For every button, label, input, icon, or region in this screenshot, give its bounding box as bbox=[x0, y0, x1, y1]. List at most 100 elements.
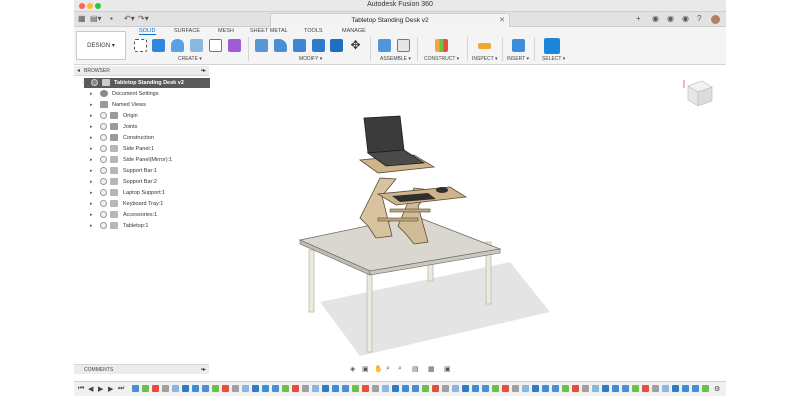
sweep-icon[interactable] bbox=[190, 39, 203, 52]
timeline-feature-icon[interactable] bbox=[532, 385, 539, 392]
visibility-eye-icon[interactable] bbox=[100, 211, 107, 218]
tree-root[interactable]: ▾ Tabletop Standing Desk v2 bbox=[82, 78, 210, 88]
timeline-feature-icon[interactable] bbox=[462, 385, 469, 392]
timeline-feature-icon[interactable] bbox=[592, 385, 599, 392]
timeline-feature-icon[interactable] bbox=[552, 385, 559, 392]
timeline-feature-icon[interactable] bbox=[422, 385, 429, 392]
tree-item[interactable]: ▸ Support Bar:2 bbox=[74, 177, 209, 187]
new-tab-plus-icon[interactable]: + bbox=[636, 15, 641, 23]
timeline-feature-icon[interactable] bbox=[562, 385, 569, 392]
tree-item[interactable]: ▸ Side Panel:1 bbox=[74, 144, 209, 154]
timeline-feature-icon[interactable] bbox=[392, 385, 399, 392]
visibility-eye-icon[interactable] bbox=[100, 145, 107, 152]
tree-item[interactable]: ▸ Laptop Support:1 bbox=[74, 188, 209, 198]
timeline-feature-icon[interactable] bbox=[512, 385, 519, 392]
timeline-feature-icon[interactable] bbox=[382, 385, 389, 392]
expand-arrow-icon[interactable]: ▸ bbox=[90, 168, 93, 174]
tree-item[interactable]: ▸ Keyboard Tray:1 bbox=[74, 199, 209, 209]
visibility-eye-icon[interactable] bbox=[100, 167, 107, 174]
timeline-feature-icon[interactable] bbox=[412, 385, 419, 392]
timeline-feature-icon[interactable] bbox=[492, 385, 499, 392]
timeline-feature-icon[interactable] bbox=[142, 385, 149, 392]
timeline-feature-icon[interactable] bbox=[342, 385, 349, 392]
timeline-feature-icon[interactable] bbox=[312, 385, 319, 392]
timeline-feature-icon[interactable] bbox=[222, 385, 229, 392]
timeline-feature-icon[interactable] bbox=[272, 385, 279, 392]
expand-arrow-icon[interactable]: ▸ bbox=[90, 102, 93, 108]
timeline-feature-icon[interactable] bbox=[402, 385, 409, 392]
shell-icon[interactable] bbox=[312, 39, 325, 52]
settings-gear-icon[interactable]: ⚙ bbox=[714, 385, 720, 393]
notifications-icon[interactable]: ◉ bbox=[682, 15, 689, 23]
viewcube-graphic[interactable] bbox=[680, 76, 716, 112]
tab-mesh[interactable]: MESH bbox=[218, 28, 234, 34]
timeline-feature-icon[interactable] bbox=[252, 385, 259, 392]
expand-arrow-icon[interactable]: ▾ bbox=[82, 80, 85, 86]
visibility-eye-icon[interactable] bbox=[100, 200, 107, 207]
timeline-feature-icon[interactable] bbox=[542, 385, 549, 392]
timeline-feature-icon[interactable] bbox=[292, 385, 299, 392]
timeline-feature-icon[interactable] bbox=[212, 385, 219, 392]
timeline-feature-icon[interactable] bbox=[322, 385, 329, 392]
job-status-icon[interactable]: ◉ bbox=[667, 15, 674, 23]
pan-icon[interactable]: ✋ bbox=[374, 365, 383, 373]
save-icon[interactable]: ▪ bbox=[110, 15, 113, 23]
file-icon[interactable]: ▤▾ bbox=[90, 15, 102, 23]
workspace-selector[interactable]: DESIGN ▾ bbox=[76, 31, 126, 60]
expand-arrow-icon[interactable]: ▸ bbox=[90, 201, 93, 207]
expand-arrow-icon[interactable]: ▸ bbox=[90, 157, 93, 163]
timeline-feature-icon[interactable] bbox=[262, 385, 269, 392]
help-icon[interactable]: ? bbox=[697, 15, 701, 23]
timeline-feature-icon[interactable] bbox=[232, 385, 239, 392]
expand-arrow-icon[interactable]: ▸ bbox=[90, 190, 93, 196]
insert-canvas-icon[interactable] bbox=[512, 39, 525, 52]
go-to-start-icon[interactable]: ⏮ bbox=[78, 385, 84, 393]
construct-group-label[interactable]: CONSTRUCT ▾ bbox=[424, 56, 459, 62]
select-group-label[interactable]: SELECT ▾ bbox=[542, 56, 565, 62]
timeline-feature-icon[interactable] bbox=[282, 385, 289, 392]
timeline-feature-icon[interactable] bbox=[522, 385, 529, 392]
tree-item[interactable]: ▸ Support Bar:1 bbox=[74, 166, 209, 176]
timeline-feature-icon[interactable] bbox=[352, 385, 359, 392]
extrude-icon[interactable] bbox=[152, 39, 165, 52]
pin-icon[interactable]: ▪▸ bbox=[201, 67, 206, 74]
timeline-feature-icon[interactable] bbox=[662, 385, 669, 392]
move-icon[interactable]: ✥ bbox=[349, 39, 362, 52]
combine-icon[interactable] bbox=[330, 39, 343, 52]
timeline-feature-icon[interactable] bbox=[572, 385, 579, 392]
comments-panel[interactable]: COMMENTS ▪▸ bbox=[74, 364, 209, 374]
play-icon[interactable]: ▶ bbox=[98, 385, 103, 393]
expand-arrow-icon[interactable]: ▸ bbox=[90, 124, 93, 130]
expand-arrow-icon[interactable]: ▸ bbox=[90, 223, 93, 229]
offset-plane-icon[interactable] bbox=[435, 39, 448, 52]
timeline-feature-icon[interactable] bbox=[672, 385, 679, 392]
timeline-feature-icon[interactable] bbox=[502, 385, 509, 392]
visibility-eye-icon[interactable] bbox=[91, 79, 98, 86]
fillet-icon[interactable] bbox=[274, 39, 287, 52]
visibility-eye-icon[interactable] bbox=[100, 178, 107, 185]
insert-group-label[interactable]: INSERT ▾ bbox=[507, 56, 529, 62]
timeline-feature-icon[interactable] bbox=[302, 385, 309, 392]
timeline-feature-icon[interactable] bbox=[202, 385, 209, 392]
tab-manage[interactable]: MANAGE bbox=[342, 28, 366, 34]
press-pull-icon[interactable] bbox=[255, 39, 268, 52]
avatar[interactable] bbox=[711, 15, 720, 24]
timeline-feature-icon[interactable] bbox=[652, 385, 659, 392]
timeline-feature-icon[interactable] bbox=[242, 385, 249, 392]
go-to-end-icon[interactable]: ⏭ bbox=[118, 385, 124, 393]
visibility-eye-icon[interactable] bbox=[100, 134, 107, 141]
viewcube[interactable] bbox=[680, 76, 716, 112]
grid-settings-icon[interactable]: ▦ bbox=[428, 365, 435, 373]
modify-group-label[interactable]: MODIFY ▾ bbox=[299, 56, 322, 62]
timeline-feature-icon[interactable] bbox=[632, 385, 639, 392]
timeline-feature-icon[interactable] bbox=[612, 385, 619, 392]
expand-arrow-icon[interactable]: ▸ bbox=[90, 212, 93, 218]
form-icon[interactable] bbox=[228, 39, 241, 52]
undo-icon[interactable]: ↶▾ bbox=[124, 15, 135, 23]
fit-icon[interactable]: ⌕ bbox=[398, 365, 402, 373]
timeline-feature-icon[interactable] bbox=[682, 385, 689, 392]
timeline-feature-icon[interactable] bbox=[692, 385, 699, 392]
timeline-feature-icon[interactable] bbox=[152, 385, 159, 392]
tree-item[interactable]: ▸ Accessories:1 bbox=[74, 210, 209, 220]
timeline-feature-icon[interactable] bbox=[192, 385, 199, 392]
